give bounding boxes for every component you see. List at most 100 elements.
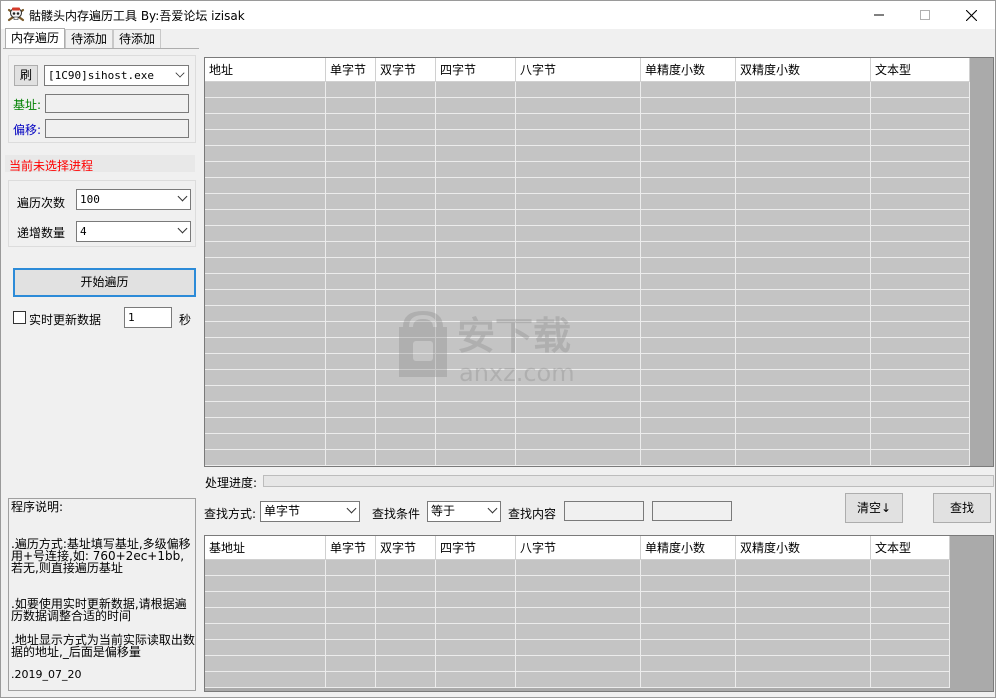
search-cond-select[interactable]: 等于	[427, 501, 501, 522]
table-cell	[326, 418, 376, 434]
tab-pending-2[interactable]: 待添加	[113, 29, 162, 49]
column-header[interactable]: 八字节	[516, 536, 641, 560]
search-content-input-2[interactable]	[652, 501, 732, 521]
find-button[interactable]: 查找	[933, 493, 991, 523]
column-header[interactable]: 单精度小数	[641, 536, 736, 560]
step-select[interactable]: 4	[76, 221, 191, 242]
column-header[interactable]: 八字节	[516, 58, 641, 82]
column-header[interactable]: 单字节	[326, 58, 376, 82]
table-cell	[516, 274, 641, 290]
table-cell	[205, 576, 326, 592]
watermark-text-url: anxz.com	[459, 359, 575, 387]
table-cell	[641, 592, 736, 608]
search-cond-value: 等于	[431, 504, 456, 518]
start-traverse-button[interactable]: 开始遍历	[13, 268, 196, 297]
table-row[interactable]	[205, 146, 970, 162]
table-cell	[326, 386, 376, 402]
table-row[interactable]	[205, 560, 950, 576]
table-cell	[326, 672, 376, 688]
column-header[interactable]: 文本型	[871, 536, 950, 560]
table-cell	[376, 178, 436, 194]
search-content-input[interactable]	[564, 501, 644, 521]
table-row[interactable]	[205, 162, 970, 178]
table-row[interactable]	[205, 450, 970, 466]
table-cell	[205, 418, 326, 434]
base-input[interactable]	[45, 94, 189, 113]
table-cell	[205, 242, 326, 258]
table-cell	[326, 290, 376, 306]
column-header[interactable]: 双字节	[376, 536, 436, 560]
table-cell	[516, 178, 641, 194]
column-header[interactable]: 四字节	[436, 536, 516, 560]
table-row[interactable]	[205, 434, 970, 450]
column-header[interactable]: 双字节	[376, 58, 436, 82]
table-row[interactable]	[205, 210, 970, 226]
table-cell	[736, 178, 871, 194]
table-row[interactable]	[205, 114, 970, 130]
interval-input[interactable]: 1	[124, 307, 172, 328]
process-select[interactable]: [1C90]sihost.exe	[44, 65, 189, 86]
table-row[interactable]	[205, 402, 970, 418]
table-cell	[516, 434, 641, 450]
table-row[interactable]	[205, 82, 970, 98]
table-row[interactable]	[205, 130, 970, 146]
clear-button[interactable]: 清空↓	[845, 493, 903, 523]
column-header[interactable]: 双精度小数	[736, 58, 871, 82]
table-row[interactable]	[205, 194, 970, 210]
table-cell	[641, 178, 736, 194]
table-row[interactable]	[205, 98, 970, 114]
table-row[interactable]	[205, 592, 950, 608]
table-cell	[736, 386, 871, 402]
table-cell	[641, 672, 736, 688]
search-result-grid[interactable]: 基地址 单字节 双字节 四字节 八字节 单精度小数 双精度小数 文本型	[204, 535, 994, 692]
table-row[interactable]	[205, 672, 950, 688]
count-value: 100	[80, 193, 100, 206]
table-row[interactable]	[205, 624, 950, 640]
table-row[interactable]	[205, 258, 970, 274]
search-mode-label: 查找方式:	[204, 507, 257, 521]
table-cell	[376, 402, 436, 418]
table-row[interactable]	[205, 656, 950, 672]
column-header[interactable]: 单精度小数	[641, 58, 736, 82]
column-header[interactable]: 单字节	[326, 536, 376, 560]
table-cell	[436, 418, 516, 434]
table-row[interactable]	[205, 418, 970, 434]
table-cell	[736, 576, 871, 592]
column-header[interactable]: 四字节	[436, 58, 516, 82]
search-mode-select[interactable]: 单字节	[260, 501, 360, 522]
table-cell	[871, 338, 970, 354]
tab-pending-1[interactable]: 待添加	[65, 29, 114, 49]
column-header[interactable]: 文本型	[871, 58, 970, 82]
realtime-checkbox[interactable]	[13, 311, 26, 324]
count-select[interactable]: 100	[76, 189, 191, 210]
table-cell	[326, 82, 376, 98]
table-cell	[376, 194, 436, 210]
table-cell	[376, 274, 436, 290]
table-row[interactable]	[205, 640, 950, 656]
offset-input[interactable]	[45, 119, 189, 138]
tab-memory-traverse[interactable]: 内存遍历	[5, 28, 66, 49]
column-header[interactable]: 基地址	[205, 536, 326, 560]
close-button[interactable]	[948, 1, 994, 29]
table-row[interactable]	[205, 178, 970, 194]
table-cell	[641, 576, 736, 592]
maximize-button[interactable]	[902, 1, 948, 29]
table-row[interactable]	[205, 608, 950, 624]
table-cell	[736, 656, 871, 672]
table-row[interactable]	[205, 576, 950, 592]
table-row[interactable]	[205, 242, 970, 258]
table-cell	[641, 370, 736, 386]
table-row[interactable]	[205, 226, 970, 242]
table-cell	[326, 560, 376, 576]
table-row[interactable]	[205, 274, 970, 290]
table-cell	[736, 226, 871, 242]
minimize-button[interactable]	[856, 1, 902, 29]
result-grid[interactable]: 地址 单字节 双字节 四字节 八字节 单精度小数 双精度小数 文本型	[204, 57, 994, 467]
column-header[interactable]: 双精度小数	[736, 536, 871, 560]
table-cell	[326, 162, 376, 178]
table-cell	[736, 370, 871, 386]
title-bar: 骷髅头内存遍历工具 By:吾爱论坛 izisak	[1, 1, 995, 29]
table-cell	[736, 354, 871, 370]
column-header[interactable]: 地址	[205, 58, 326, 82]
refresh-button[interactable]: 刷	[14, 65, 38, 86]
